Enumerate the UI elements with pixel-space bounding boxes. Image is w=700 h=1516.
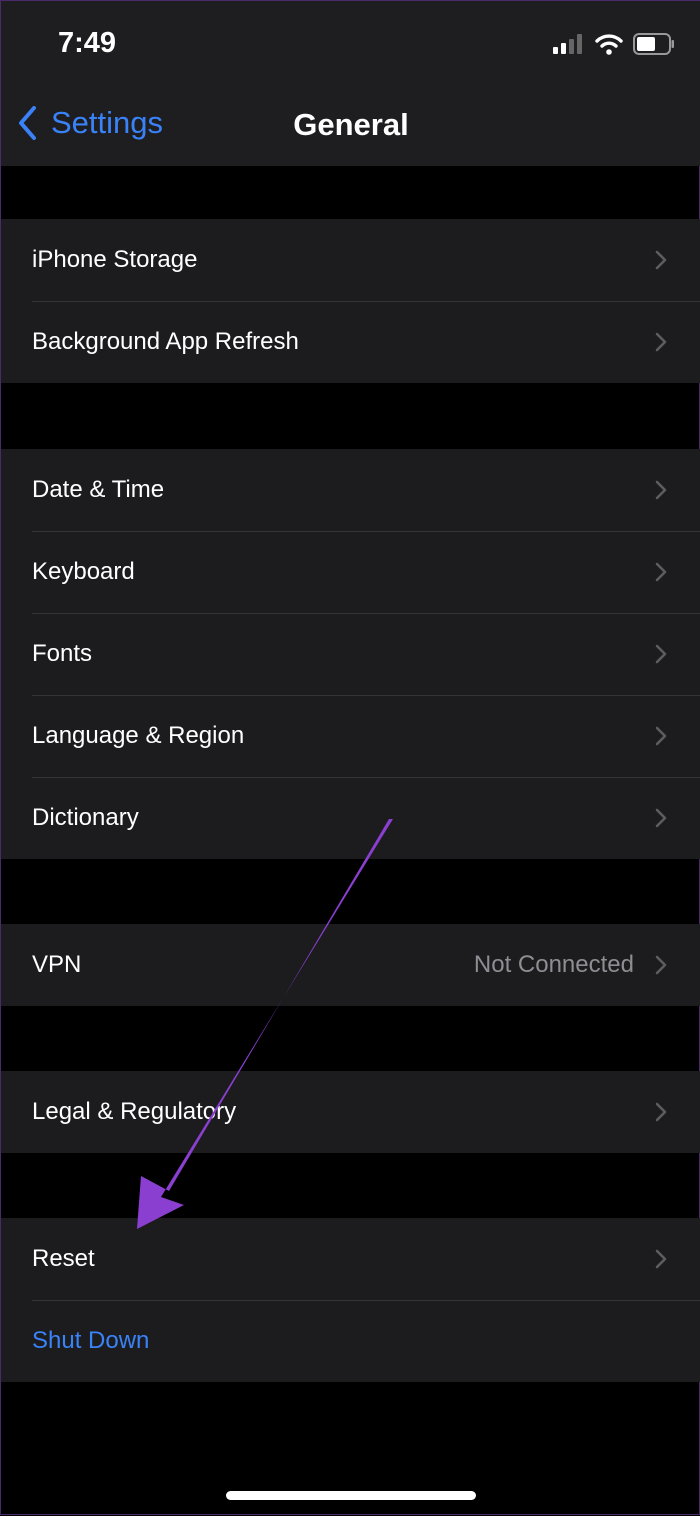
home-indicator[interactable] [226, 1491, 476, 1500]
annotation-arrow [137, 819, 393, 1229]
